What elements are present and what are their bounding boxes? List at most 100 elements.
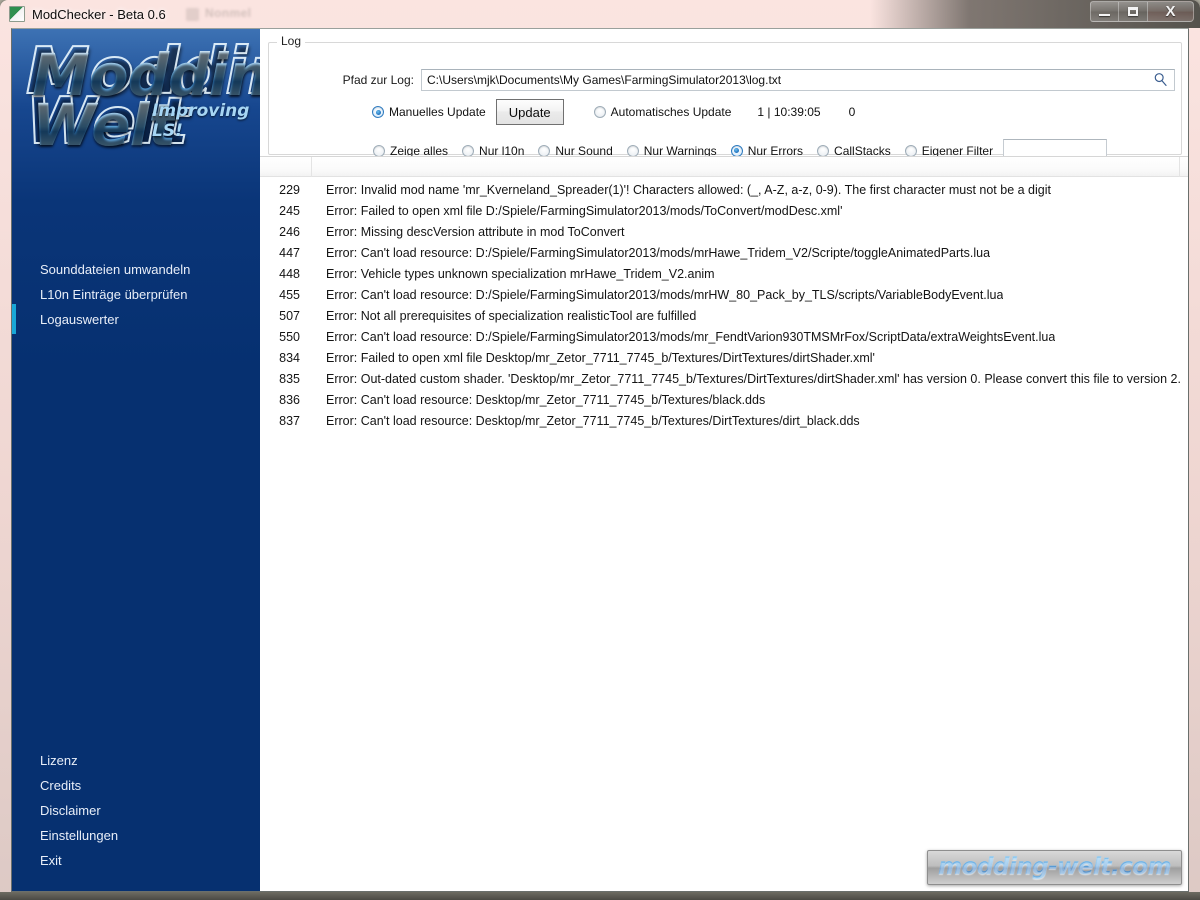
table-row[interactable]: 835 Error: Out-dated custom shader. 'Desk…	[260, 372, 1188, 393]
log-line-number: 447	[279, 246, 300, 260]
sidebar-item-l10n-check[interactable]: L10n Einträge überprüfen	[12, 282, 260, 307]
minimize-icon	[1099, 14, 1110, 16]
table-row[interactable]: 834 Error: Failed to open xml file Deskto…	[260, 351, 1188, 372]
radio-dot-icon	[372, 106, 384, 118]
sidebar-item-label: Lizenz	[40, 753, 78, 768]
title-bar: ModChecker - Beta 0.6 Nonmel X	[0, 0, 1200, 28]
sidebar-item-label: Einstellungen	[40, 828, 119, 843]
log-line-number: 836	[279, 393, 300, 407]
background-window-title: Nonmel	[205, 6, 252, 20]
client-area: Modding Welt Modding Welt Improving LS! …	[11, 28, 1189, 892]
radio-dot-icon	[593, 106, 606, 118]
column-header-message[interactable]	[312, 157, 1180, 177]
log-line-number: 550	[279, 330, 300, 344]
log-settings-group: Log Pfad zur Log: C:\Users\mjk\Documents…	[268, 34, 1183, 162]
search-icon[interactable]	[1153, 72, 1168, 87]
radio-dot-icon	[462, 144, 475, 157]
log-message: Error: Invalid mod name 'mr_Kverneland_S…	[326, 183, 1051, 197]
radio-automatic-update[interactable]: Automatisches Update	[593, 105, 731, 119]
radio-manual-update[interactable]: Manuelles Update	[372, 105, 486, 119]
close-button[interactable]: X	[1148, 1, 1194, 22]
log-message: Error: Not all prerequisites of speciali…	[326, 309, 697, 323]
log-message: Error: Can't load resource: D:/Spiele/Fa…	[326, 246, 991, 260]
sidebar: Modding Welt Modding Welt Improving LS! …	[12, 29, 260, 891]
log-line-number: 455	[279, 288, 300, 302]
sidebar-item-log-analyzer[interactable]: Logauswerter	[12, 307, 260, 332]
table-row[interactable]: 455 Error: Can't load resource: D:/Spiele…	[260, 288, 1188, 309]
log-path-label: Pfad zur Log:	[342, 73, 414, 87]
table-row[interactable]: 837 Error: Can't load resource: Desktop/m…	[260, 414, 1188, 435]
log-line-number: 507	[279, 309, 300, 323]
radio-dot-icon	[373, 144, 385, 157]
radio-dot-icon	[538, 144, 551, 157]
maximize-button[interactable]	[1119, 1, 1148, 22]
sidebar-item-exit[interactable]: Exit	[12, 848, 260, 873]
table-row[interactable]: 448 Error: Vehicle types unknown speciali…	[260, 267, 1188, 288]
log-list-view[interactable]: 229 Error: Invalid mod name 'mr_Kvernelan…	[260, 156, 1188, 891]
table-row[interactable]: 246 Error: Missing descVersion attribute …	[260, 225, 1188, 246]
log-message: Error: Can't load resource: Desktop/mr_Z…	[326, 393, 766, 407]
table-row[interactable]: 507 Error: Not all prerequisites of speci…	[260, 309, 1188, 330]
sidebar-item-label: Sounddateien umwandeln	[40, 262, 191, 277]
log-line-number: 229	[279, 183, 300, 197]
table-row[interactable]: 836 Error: Can't load resource: Desktop/m…	[260, 393, 1188, 414]
background-window-icon	[186, 8, 199, 21]
radio-dot-icon	[730, 144, 743, 157]
sidebar-item-license[interactable]: Lizenz	[12, 748, 260, 773]
log-path-input[interactable]	[421, 69, 1175, 91]
log-line-number: 837	[279, 414, 300, 428]
window-title: ModChecker - Beta 0.6	[32, 6, 166, 22]
table-row[interactable]: 229 Error: Invalid mod name 'mr_Kvernelan…	[260, 183, 1188, 204]
sidebar-item-label: L10n Einträge überprüfen	[40, 287, 188, 302]
sidebar-item-label: Exit	[40, 853, 62, 868]
log-message: Error: Vehicle types unknown specializat…	[326, 267, 715, 281]
status-extra-counter: 0	[848, 105, 856, 119]
log-line-number: 834	[279, 351, 300, 365]
log-message: Error: Failed to open xml file D:/Spiele…	[326, 204, 843, 218]
application-window: ModChecker - Beta 0.6 Nonmel X Modding W…	[0, 0, 1200, 900]
log-message: Error: Can't load resource: D:/Spiele/Fa…	[326, 330, 1056, 344]
log-line-number: 245	[279, 204, 300, 218]
brand-logo: Modding Welt Modding Welt Improving LS!	[24, 33, 260, 185]
sidebar-item-credits[interactable]: Credits	[12, 773, 260, 798]
table-row[interactable]: 245 Error: Failed to open xml file D:/Spi…	[260, 204, 1188, 225]
sidebar-item-label: Disclaimer	[40, 803, 101, 818]
log-list-body: 229 Error: Invalid mod name 'mr_Kvernelan…	[260, 177, 1188, 435]
column-header-line[interactable]	[260, 157, 312, 177]
log-list-header	[260, 157, 1188, 177]
window-controls: X	[1090, 1, 1194, 22]
sidebar-item-disclaimer[interactable]: Disclaimer	[12, 798, 260, 823]
radio-dot-icon	[904, 144, 917, 157]
close-icon: X	[1165, 3, 1176, 20]
main-panel: Log Pfad zur Log: C:\Users\mjk\Documents…	[260, 29, 1189, 891]
sidebar-item-label: Logauswerter	[40, 312, 119, 327]
log-message: Error: Can't load resource: Desktop/mr_Z…	[326, 414, 860, 428]
update-mode-row: Manuelles Update Update Automatisches Up…	[269, 99, 1183, 125]
log-line-number: 835	[279, 372, 300, 386]
maximize-icon	[1128, 7, 1138, 16]
radio-dot-icon	[817, 144, 830, 157]
group-legend: Log	[277, 34, 306, 48]
app-icon	[9, 6, 25, 22]
table-row[interactable]: 550 Error: Can't load resource: D:/Spiele…	[260, 330, 1188, 351]
sidebar-item-settings[interactable]: Einstellungen	[12, 823, 260, 848]
log-line-number: 448	[279, 267, 300, 281]
sidebar-primary-nav: Sounddateien umwandeln L10n Einträge übe…	[12, 257, 260, 332]
logo-tagline: Improving LS!	[152, 101, 250, 141]
log-path-row: Pfad zur Log:	[269, 69, 1183, 91]
site-watermark: modding-welt.com	[927, 850, 1182, 885]
radio-label: Manuelles Update	[389, 105, 486, 119]
log-message: Error: Can't load resource: D:/Spiele/Fa…	[326, 288, 1004, 302]
table-row[interactable]: 447 Error: Can't load resource: D:/Spiele…	[260, 246, 1188, 267]
desktop-bottom-strip	[0, 892, 1200, 900]
watermark-text: modding-welt.com	[938, 854, 1172, 880]
log-message: Error: Missing descVersion attribute in …	[326, 225, 625, 239]
minimize-button[interactable]	[1090, 1, 1119, 22]
update-button[interactable]: Update	[495, 99, 564, 125]
sidebar-secondary-nav: Lizenz Credits Disclaimer Einstellungen …	[12, 748, 260, 873]
log-path-input-wrap	[421, 69, 1175, 91]
sidebar-item-sound-convert[interactable]: Sounddateien umwandeln	[12, 257, 260, 282]
sidebar-item-label: Credits	[40, 778, 82, 793]
log-message: Error: Out-dated custom shader. 'Desktop…	[326, 372, 1181, 386]
scroll-gutter[interactable]	[1188, 29, 1189, 891]
